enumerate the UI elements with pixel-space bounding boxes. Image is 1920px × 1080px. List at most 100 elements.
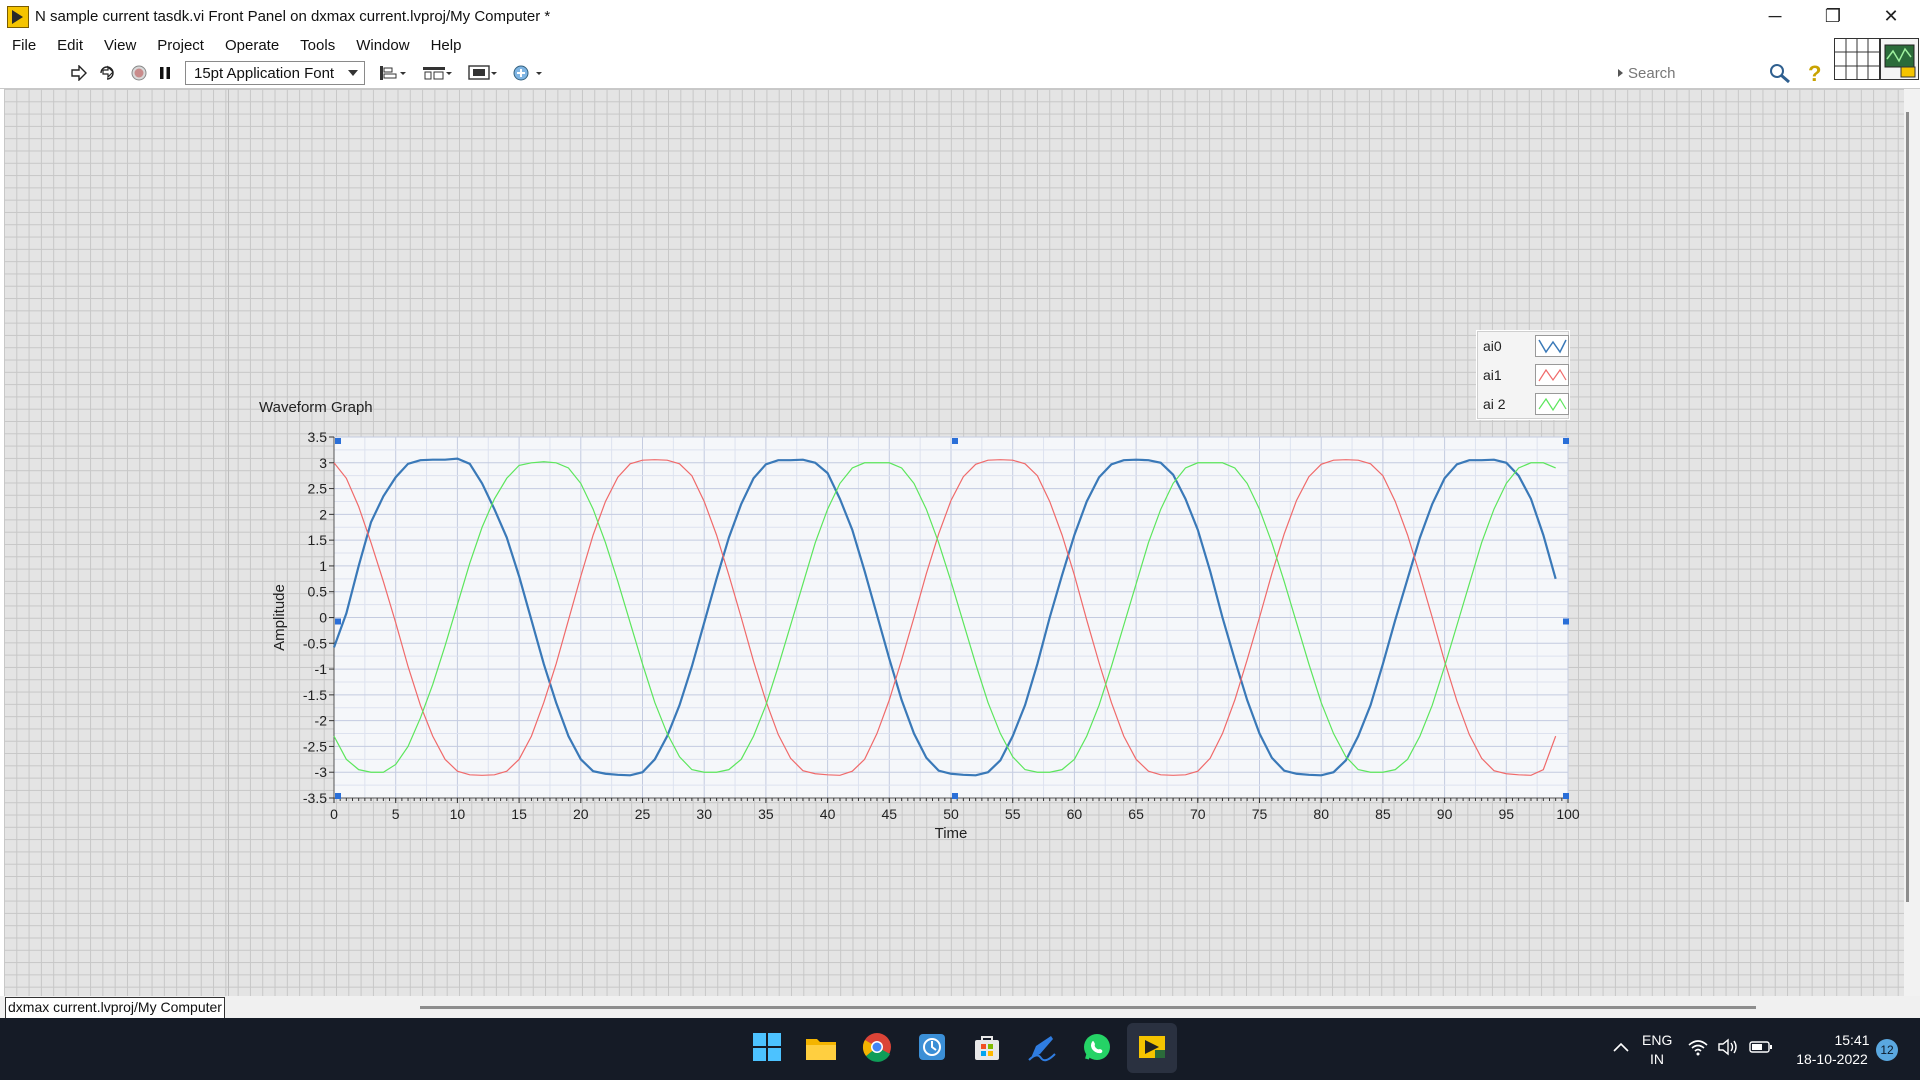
project-context-label: dxmax current.lvproj/My Computer xyxy=(5,997,225,1019)
start-windows-icon[interactable] xyxy=(750,1030,784,1064)
file-explorer-icon[interactable] xyxy=(804,1030,838,1064)
legend-item-ai0[interactable]: ai0 xyxy=(1483,333,1569,359)
windows-taskbar: ENG IN 15:41 18-10-2022 xyxy=(0,1018,1920,1080)
selection-handle[interactable] xyxy=(335,793,341,799)
input-region[interactable]: IN xyxy=(1642,1051,1672,1067)
y-tick-label: 2 xyxy=(319,506,327,522)
abort-execution-icon[interactable] xyxy=(128,62,150,84)
context-help-icon[interactable]: ? xyxy=(1808,61,1821,87)
microsoft-store-icon[interactable] xyxy=(970,1030,1004,1064)
chrome-icon[interactable] xyxy=(860,1030,894,1064)
font-select[interactable]: 15pt Application Font xyxy=(185,61,365,85)
x-tick-label: 75 xyxy=(1252,806,1268,822)
restore-button[interactable]: ❐ xyxy=(1804,0,1862,33)
menu-tools[interactable]: Tools xyxy=(287,37,343,54)
close-button[interactable]: ✕ xyxy=(1862,0,1920,33)
y-tick-label: -1.5 xyxy=(303,687,327,703)
panel-origin-line xyxy=(228,89,229,996)
x-tick-label: 90 xyxy=(1437,806,1453,822)
legend-swatch-icon[interactable] xyxy=(1535,335,1569,357)
x-tick-label: 85 xyxy=(1375,806,1391,822)
selection-handle[interactable] xyxy=(335,618,341,625)
legend-label: ai0 xyxy=(1483,338,1502,354)
run-continuously-icon[interactable] xyxy=(96,62,118,84)
labview-app-icon[interactable] xyxy=(7,5,29,28)
legend-label: ai1 xyxy=(1483,367,1502,383)
legend-swatch-icon[interactable] xyxy=(1535,393,1569,415)
x-tick-label: 15 xyxy=(511,806,527,822)
pause-icon[interactable] xyxy=(154,62,176,84)
menu-edit[interactable]: Edit xyxy=(44,37,91,54)
chevron-up-icon[interactable] xyxy=(1604,1030,1638,1064)
x-tick-label: 5 xyxy=(392,806,400,822)
selection-handle[interactable] xyxy=(1563,618,1569,625)
x-tick-label: 60 xyxy=(1067,806,1083,822)
selection-handle[interactable] xyxy=(1563,793,1569,799)
search-icon[interactable] xyxy=(1768,62,1792,84)
y-tick-label: 1 xyxy=(319,558,327,574)
clock-date[interactable]: 18-10-2022 xyxy=(1792,1051,1872,1067)
reorder-icon[interactable] xyxy=(512,62,544,84)
whatsapp-icon[interactable] xyxy=(1080,1030,1114,1064)
x-tick-label: 35 xyxy=(758,806,774,822)
distribute-objects-icon[interactable] xyxy=(422,62,454,84)
legend-item-ai1[interactable]: ai1 xyxy=(1483,362,1569,388)
waveform-graph[interactable]: 0 5 10 15 20 25 30 35 40 45 50 55 60 65 70 75 80 85 90 95 10… xyxy=(250,420,1590,860)
legend-item-ai2[interactable]: ai 2 xyxy=(1483,391,1569,417)
selection-handle[interactable] xyxy=(1563,438,1569,444)
x-tick-label: 65 xyxy=(1128,806,1144,822)
y-tick-label: 3 xyxy=(319,455,327,471)
x-tick-label: 10 xyxy=(450,806,466,822)
x-tick-label: 55 xyxy=(1005,806,1021,822)
menu-help[interactable]: Help xyxy=(418,37,470,54)
resize-objects-icon[interactable] xyxy=(467,62,499,84)
y-tick-label: -2.5 xyxy=(303,738,327,754)
run-arrow-icon[interactable] xyxy=(68,62,90,84)
pen-app-icon[interactable] xyxy=(1025,1030,1059,1064)
system-settings-app-icon[interactable] xyxy=(915,1030,949,1064)
window-controls: ─ ❐ ✕ xyxy=(1746,0,1920,33)
font-select-value: 15pt Application Font xyxy=(194,64,335,82)
graph-label: Waveform Graph xyxy=(259,399,373,416)
wifi-icon[interactable] xyxy=(1686,1030,1710,1064)
menu-operate[interactable]: Operate xyxy=(212,37,287,54)
menu-view[interactable]: View xyxy=(91,37,144,54)
y-axis-label: Amplitude xyxy=(271,584,288,651)
toolbar: 15pt Application Font Search xyxy=(0,58,1920,89)
x-tick-label: 100 xyxy=(1556,806,1580,822)
x-tick-label: 80 xyxy=(1313,806,1329,822)
plot-legend[interactable]: ai0 ai1 ai 2 xyxy=(1476,330,1570,420)
minimize-button[interactable]: ─ xyxy=(1746,0,1804,33)
menu-file[interactable]: File xyxy=(0,37,44,54)
selection-handle[interactable] xyxy=(952,438,958,444)
battery-icon[interactable] xyxy=(1748,1030,1774,1064)
notification-count-badge[interactable]: 12 xyxy=(1876,1039,1898,1061)
legend-swatch-icon[interactable] xyxy=(1535,364,1569,386)
align-objects-icon[interactable] xyxy=(378,62,408,84)
y-tick-label: 2.5 xyxy=(308,481,328,497)
x-axis-label: Time xyxy=(935,825,968,842)
selection-handle[interactable] xyxy=(952,793,958,799)
selection-handle[interactable] xyxy=(335,438,341,444)
legend-label: ai 2 xyxy=(1483,396,1506,412)
vi-icon[interactable] xyxy=(1880,38,1919,80)
x-tick-label: 40 xyxy=(820,806,836,822)
labview-taskbar-icon[interactable] xyxy=(1135,1030,1169,1064)
x-tick-label: 0 xyxy=(330,806,338,822)
vertical-scrollbar-thumb[interactable] xyxy=(1906,112,1909,902)
volume-icon[interactable] xyxy=(1716,1030,1740,1064)
x-tick-label: 50 xyxy=(943,806,959,822)
menu-project[interactable]: Project xyxy=(144,37,212,54)
x-tick-label: 25 xyxy=(635,806,651,822)
connector-pane-icon[interactable] xyxy=(1834,38,1880,80)
menu-window[interactable]: Window xyxy=(343,37,417,54)
y-tick-label: 0 xyxy=(319,610,327,626)
y-tick-label: 3.5 xyxy=(308,429,328,445)
search-expand-icon[interactable] xyxy=(1618,69,1623,77)
menu-bar: File Edit View Project Operate Tools Win… xyxy=(0,33,1920,58)
input-language[interactable]: ENG xyxy=(1642,1032,1672,1048)
x-tick-label: 20 xyxy=(573,806,589,822)
clock-time[interactable]: 15:41 xyxy=(1832,1032,1872,1048)
horizontal-scrollbar-thumb[interactable] xyxy=(420,1006,1756,1009)
window-title: N sample current tasdk.vi Front Panel on… xyxy=(35,8,551,25)
